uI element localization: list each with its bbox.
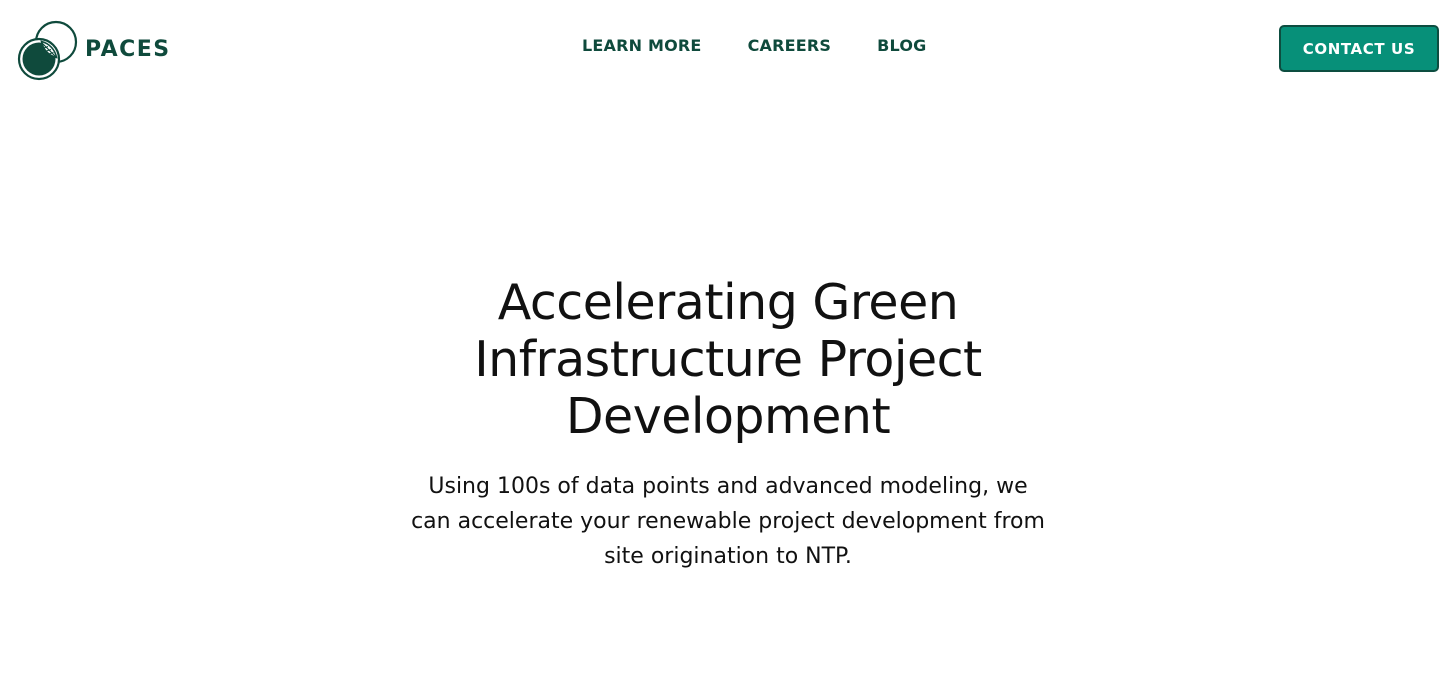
brand-name: PACES xyxy=(85,36,171,62)
nav-link-blog[interactable]: BLOG xyxy=(877,36,926,55)
nav-link-careers[interactable]: CAREERS xyxy=(748,36,832,55)
brand-logo-link[interactable]: PACES xyxy=(17,20,171,82)
main-nav: LEARN MORE CAREERS BLOG xyxy=(582,36,926,55)
site-header: PACES LEARN MORE CAREERS BLOG CONTACT US xyxy=(0,0,1456,100)
contact-us-button[interactable]: CONTACT US xyxy=(1279,25,1439,72)
hero-section: Accelerating Green Infrastructure Projec… xyxy=(0,274,1456,574)
hero-title: Accelerating Green Infrastructure Projec… xyxy=(474,274,982,445)
overlapping-circles-leaf-icon xyxy=(17,20,78,81)
nav-link-learn-more[interactable]: LEARN MORE xyxy=(582,36,702,55)
hero-subtitle: Using 100s of data points and advanced m… xyxy=(411,474,1045,569)
